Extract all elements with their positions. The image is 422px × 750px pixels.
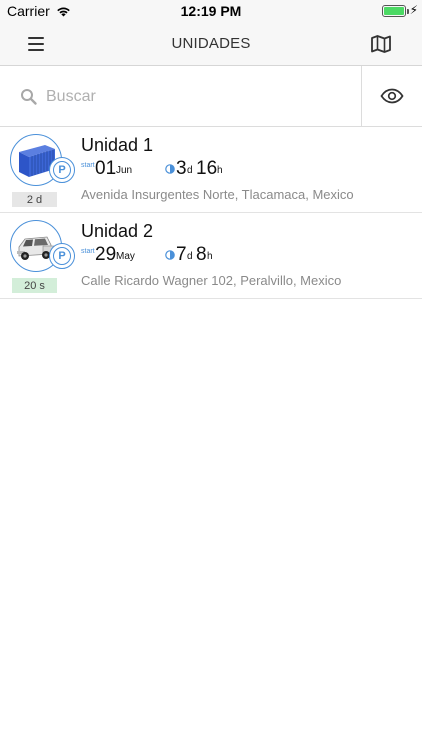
hamburger-icon xyxy=(28,37,44,39)
duration-hours-unit: h xyxy=(207,251,213,262)
unit-address: Avenida Insurgentes Norte, Tlacamaca, Me… xyxy=(81,187,354,202)
charging-icon: ⚡ xyxy=(409,3,418,17)
search-bar xyxy=(0,66,422,127)
start-day: 01 xyxy=(95,158,117,179)
start-month: May xyxy=(116,251,135,262)
search-input[interactable] xyxy=(46,82,346,112)
battery-icon xyxy=(382,5,406,17)
duration-days-unit: d xyxy=(187,251,193,262)
unit-name: Unidad 1 xyxy=(81,135,154,155)
menu-button[interactable] xyxy=(28,32,54,56)
list-item[interactable]: P 2 d Unidad 1 start 01 Jun 3 d 16 h Ave… xyxy=(0,127,422,213)
duration-hours: 16 xyxy=(196,158,218,179)
start-day: 29 xyxy=(95,244,117,265)
status-bar: Carrier 12:19 PM ⚡ xyxy=(0,0,422,22)
unit-meta: start 01 Jun 3 d 16 h xyxy=(81,158,381,180)
search-icon xyxy=(21,89,37,105)
parking-badge: P xyxy=(49,157,75,183)
unit-meta: start 29 May 7 d 8 h xyxy=(81,244,381,266)
duration-days-unit: d xyxy=(187,165,193,176)
parking-icon: P xyxy=(53,247,71,265)
duration-hours-unit: h xyxy=(217,165,223,176)
eye-icon xyxy=(380,88,404,104)
start-label: start xyxy=(81,162,95,169)
parking-icon: P xyxy=(53,161,71,179)
clock-icon xyxy=(165,250,175,260)
nav-bar: UNIDADES xyxy=(0,22,422,66)
map-icon[interactable] xyxy=(370,33,392,55)
unit-address: Calle Ricardo Wagner 102, Peralvillo, Me… xyxy=(81,273,342,288)
list-item[interactable]: P 20 s Unidad 2 start 29 May 7 d 8 h Cal… xyxy=(0,213,422,299)
visibility-toggle-button[interactable] xyxy=(361,66,422,126)
duration-hours: 8 xyxy=(196,244,207,265)
age-badge: 2 d xyxy=(12,192,57,207)
duration-days: 3 xyxy=(176,158,187,179)
status-time: 12:19 PM xyxy=(180,3,242,19)
start-label: start xyxy=(81,248,95,255)
clock-icon xyxy=(165,164,175,174)
duration-days: 7 xyxy=(176,244,187,265)
start-month: Jun xyxy=(116,165,133,176)
unit-name: Unidad 2 xyxy=(81,221,154,241)
parking-badge: P xyxy=(49,243,75,269)
page-title: UNIDADES xyxy=(171,35,251,52)
age-badge: 20 s xyxy=(12,278,57,293)
